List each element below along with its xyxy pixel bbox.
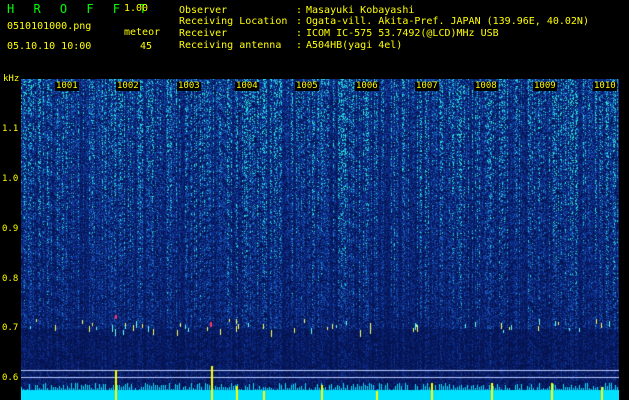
receiver-label: Receiver bbox=[179, 28, 228, 39]
x-tick-label: 1005 bbox=[295, 81, 319, 91]
app-version: 1.00 bbox=[124, 3, 149, 14]
file-name: 0510101000.png bbox=[7, 21, 92, 32]
y-tick-label: 0.7 bbox=[2, 323, 19, 333]
observer-value: Masayuki Kobayashi bbox=[306, 5, 415, 16]
y-tick-label: 1.1 bbox=[2, 124, 19, 134]
x-tick-label: 1002 bbox=[116, 81, 140, 91]
spectrogram-canvas bbox=[21, 79, 619, 400]
x-tick-label: 1007 bbox=[415, 81, 439, 91]
x-tick-label: 1010 bbox=[593, 81, 617, 91]
x-tick-label: 1001 bbox=[55, 81, 79, 91]
y-tick-label: 0.6 bbox=[2, 373, 19, 383]
receiver-value: ICOM IC-575 53.7492(@LCD)MHz USB bbox=[306, 28, 499, 39]
y-tick-label: 0.9 bbox=[2, 224, 19, 234]
x-tick-label: 1006 bbox=[355, 81, 379, 91]
y-tick-label: 0.8 bbox=[2, 274, 19, 284]
y-tick-label: 1.0 bbox=[2, 174, 19, 184]
meteor-label: meteor bbox=[124, 27, 161, 38]
antenna-label: Receiving antenna bbox=[179, 40, 282, 51]
y-axis-unit: kHz bbox=[3, 74, 20, 84]
observer-colon: : bbox=[296, 5, 303, 16]
location-label: Receiving Location bbox=[179, 16, 288, 27]
meteor-count: 45 bbox=[140, 41, 153, 52]
observer-label: Observer bbox=[179, 5, 228, 16]
antenna-colon: : bbox=[296, 40, 303, 51]
x-tick-label: 1008 bbox=[474, 81, 498, 91]
location-colon: : bbox=[296, 16, 303, 27]
antenna-value: A504HB(yagi 4el) bbox=[306, 40, 403, 51]
x-tick-label: 1004 bbox=[235, 81, 259, 91]
receiver-colon: : bbox=[296, 28, 303, 39]
x-tick-label: 1003 bbox=[177, 81, 201, 91]
location-value: Ogata-vill. Akita-Pref. JAPAN (139.96E, … bbox=[306, 16, 589, 27]
date-time: 05.10.10 10:00 bbox=[7, 41, 92, 52]
x-tick-label: 1009 bbox=[533, 81, 557, 91]
